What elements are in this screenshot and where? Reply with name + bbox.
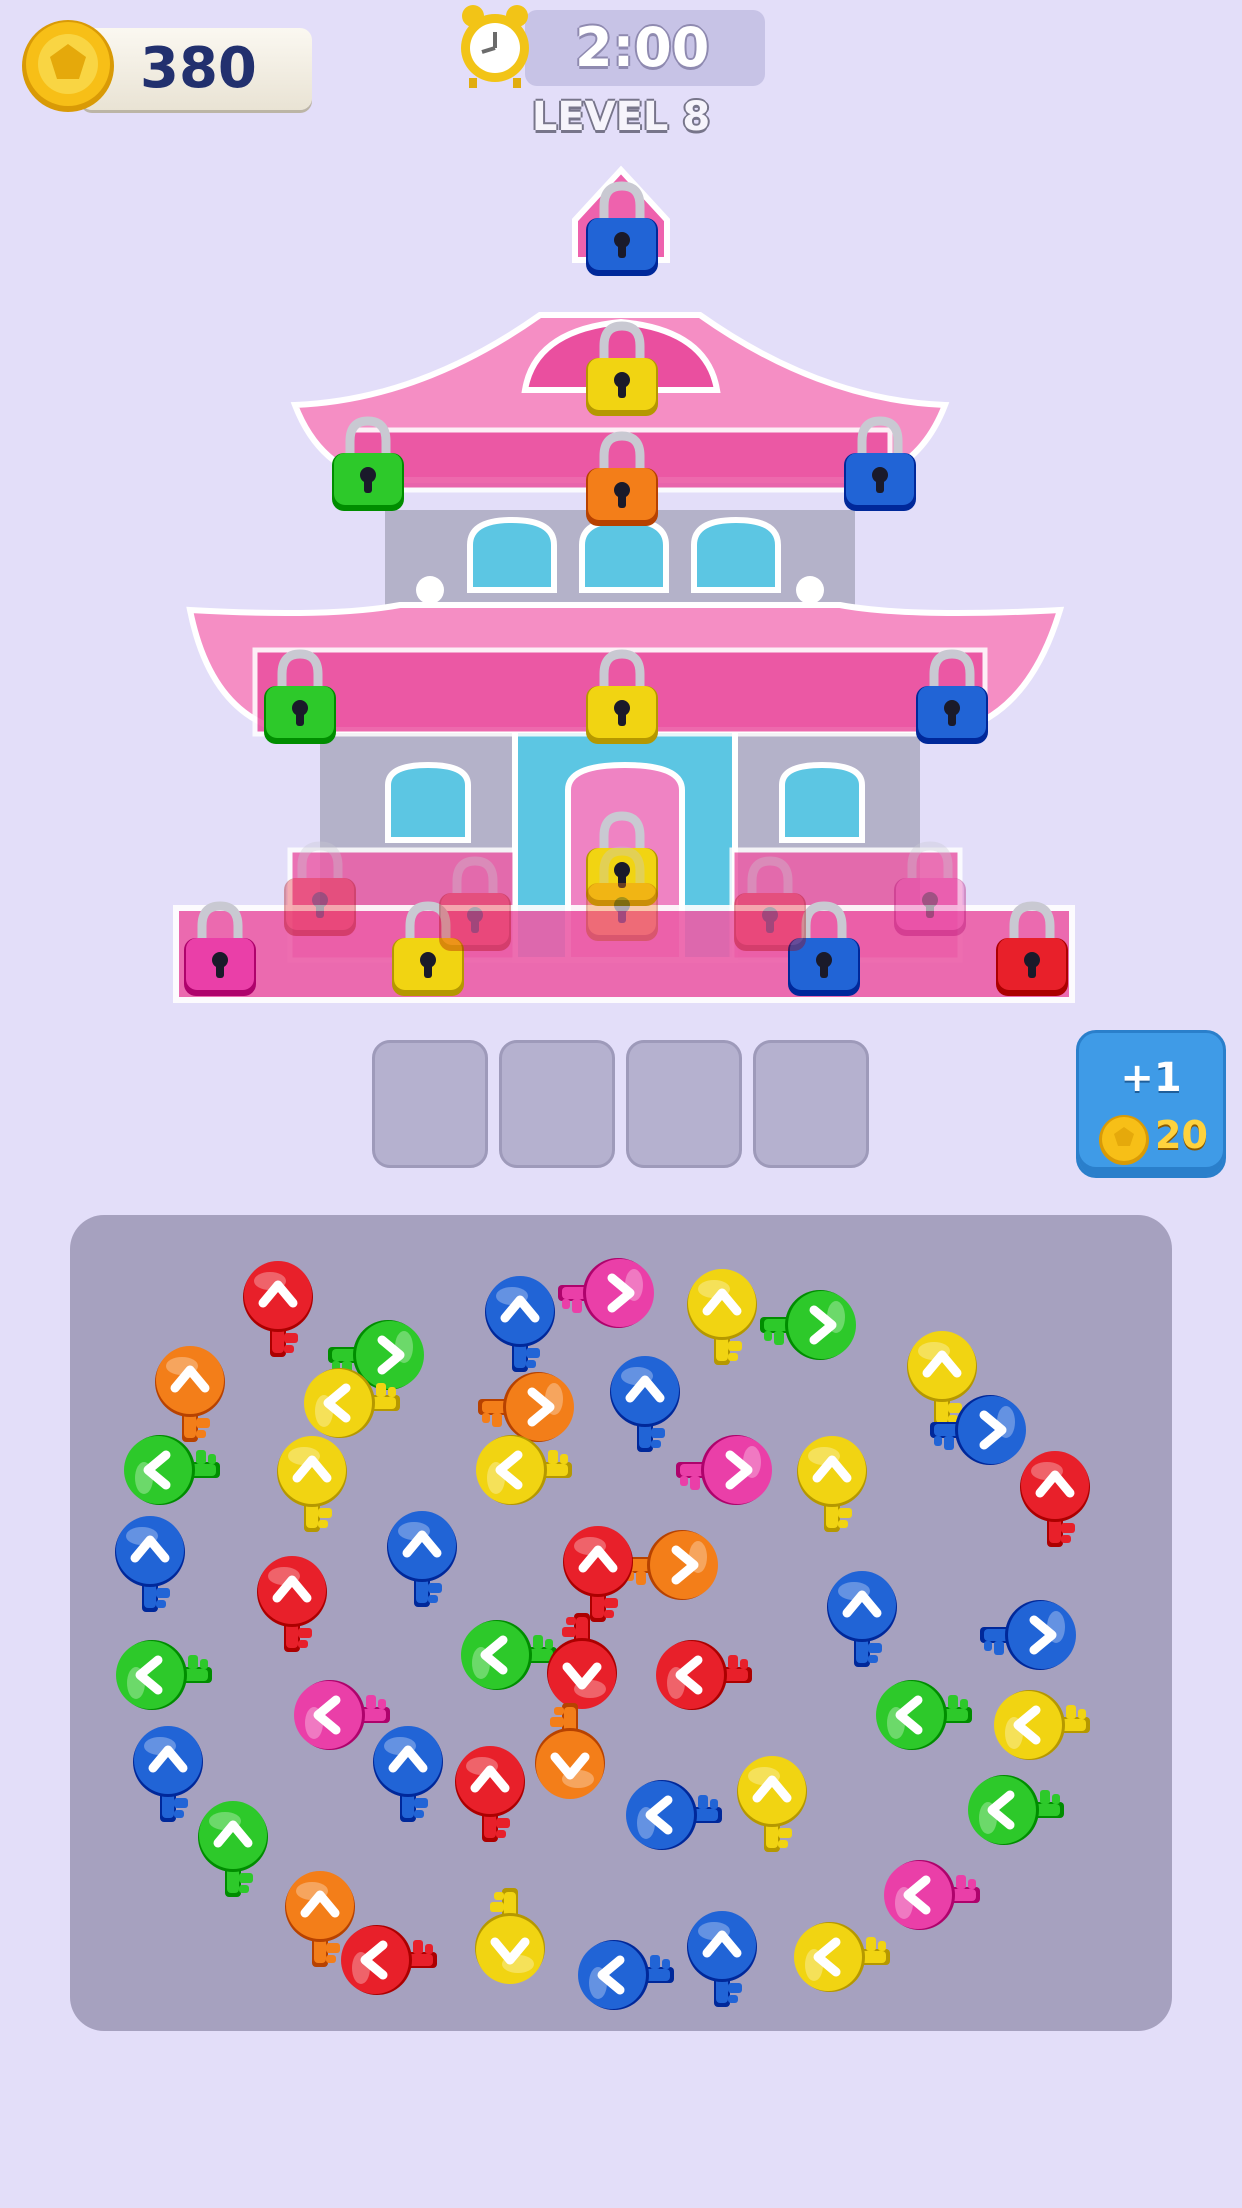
add-slot-cost: 20 (1155, 1113, 1208, 1157)
yellow-key-down[interactable] (475, 1888, 545, 1984)
red-key-up[interactable] (243, 1261, 313, 1357)
yellow-key-left[interactable] (994, 1690, 1090, 1760)
blue-key-up[interactable] (115, 1516, 185, 1612)
blue-key-up[interactable] (827, 1571, 897, 1667)
coin-count: 380 (140, 36, 257, 101)
blue-key-up[interactable] (373, 1726, 443, 1822)
red-key-up[interactable] (563, 1526, 633, 1622)
orange-key-right[interactable] (478, 1372, 574, 1442)
timer-text: 2:00 (575, 16, 710, 79)
pink-key-left[interactable] (884, 1860, 980, 1930)
upper-windows (416, 516, 824, 604)
green-key-left[interactable] (968, 1775, 1064, 1845)
level-label: LEVEL 8 (531, 94, 711, 140)
orange-key-down[interactable] (535, 1703, 605, 1799)
pink-key-right[interactable] (676, 1435, 772, 1505)
keys-area (115, 1258, 1090, 2010)
pink-key-left[interactable] (294, 1680, 390, 1750)
coin-icon (1099, 1115, 1149, 1165)
blue-key-up[interactable] (610, 1356, 680, 1452)
yellow-key-left[interactable] (794, 1922, 890, 1992)
green-key-up[interactable] (198, 1801, 268, 1897)
blue-key-up[interactable] (687, 1911, 757, 2007)
red-key-left[interactable] (341, 1925, 437, 1995)
orange-key-right[interactable] (622, 1530, 718, 1600)
green-key-left[interactable] (461, 1620, 557, 1690)
red-key-left[interactable] (656, 1640, 752, 1710)
key-slot-2 (499, 1040, 615, 1168)
green-key-left[interactable] (876, 1680, 972, 1750)
orange-key-up[interactable] (155, 1346, 225, 1442)
key-slot-3 (626, 1040, 742, 1168)
pink-key-right[interactable] (558, 1258, 654, 1328)
yellow-key-up[interactable] (737, 1756, 807, 1852)
red-key-up[interactable] (455, 1746, 525, 1842)
yellow-key-up[interactable] (277, 1436, 347, 1532)
blue-key-left[interactable] (626, 1780, 722, 1850)
add-slot-label: +1 (1120, 1055, 1182, 1101)
blue-key-left[interactable] (578, 1940, 674, 2010)
blue-key-up[interactable] (133, 1726, 203, 1822)
yellow-key-up[interactable] (687, 1269, 757, 1365)
red-key-up[interactable] (257, 1556, 327, 1652)
pagoda-board (173, 165, 1075, 1003)
key-slot-1 (372, 1040, 488, 1168)
alarm-clock-icon (461, 5, 529, 88)
yellow-key-up[interactable] (797, 1436, 867, 1532)
red-key-down[interactable] (547, 1613, 617, 1709)
timer: 2:00 (455, 2, 765, 96)
green-key-right[interactable] (760, 1290, 856, 1360)
red-key-up[interactable] (1020, 1451, 1090, 1547)
blue-key-right[interactable] (980, 1600, 1076, 1670)
blue-key-up[interactable] (387, 1511, 457, 1607)
keys-panel (70, 1215, 1172, 2031)
green-key-left[interactable] (124, 1435, 220, 1505)
yellow-key-left[interactable] (476, 1435, 572, 1505)
key-slot-4 (753, 1040, 869, 1168)
blue-key-up[interactable] (485, 1276, 555, 1372)
add-slot-button[interactable]: +1 20 (1076, 1030, 1226, 1178)
green-key-left[interactable] (116, 1640, 212, 1710)
